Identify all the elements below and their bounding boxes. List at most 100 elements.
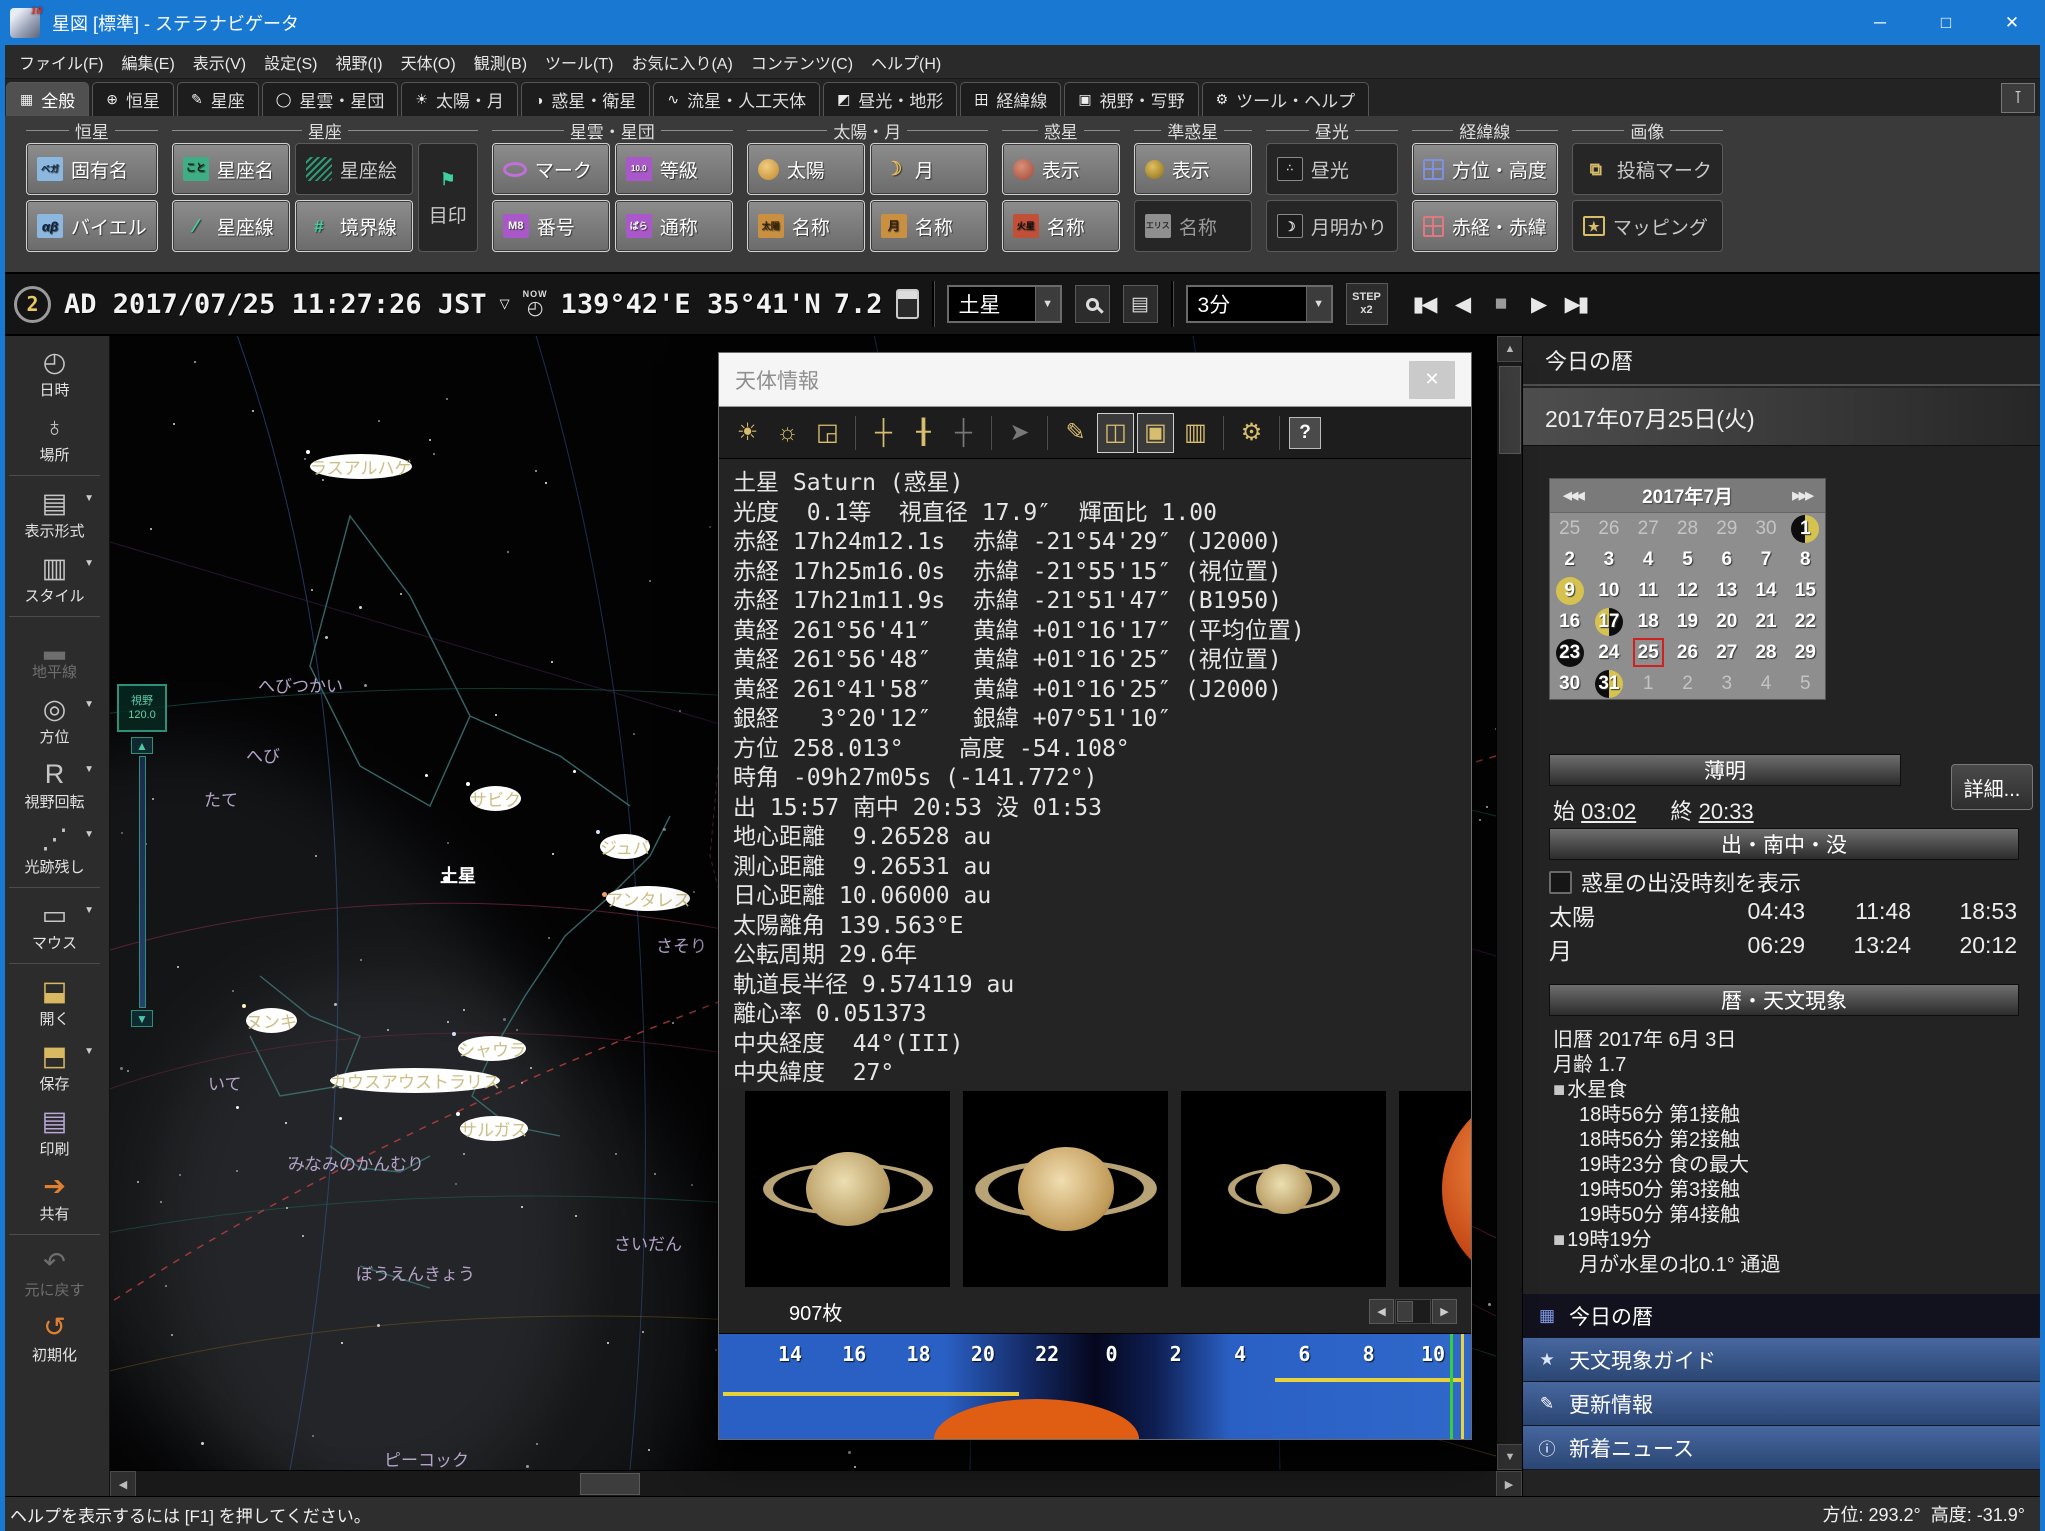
- chart-label[interactable]: ジュバ: [600, 834, 650, 859]
- help-icon[interactable]: ?: [1289, 417, 1321, 449]
- center-off-icon[interactable]: ┼: [945, 413, 982, 453]
- sidebar-item-undo[interactable]: ↶元に戻す: [0, 1240, 109, 1305]
- sidebar-item-save[interactable]: ⬒▼保存: [0, 1034, 109, 1099]
- ribbon-button-const-line[interactable]: ∕星座線: [172, 200, 290, 252]
- twilight-begin[interactable]: 03:02: [1581, 799, 1636, 824]
- calendar-day[interactable]: 30: [1550, 668, 1589, 699]
- menu-item-4[interactable]: 視野(I): [326, 46, 391, 78]
- menu-item-9[interactable]: コンテンツ(C): [742, 46, 862, 78]
- panel-nav-today-calendar[interactable]: ▦今日の暦: [1523, 1294, 2045, 1338]
- calendar-day[interactable]: 7: [1746, 544, 1785, 575]
- saturn-photo-thumbnail-1[interactable]: [745, 1091, 950, 1287]
- calendar-day[interactable]: 2: [1668, 668, 1707, 699]
- target-object-combo[interactable]: 土星 ▼: [947, 285, 1062, 323]
- dropdown-caret-icon[interactable]: ▼: [84, 905, 94, 916]
- tab-sun-moon[interactable]: ☀太陽・月: [401, 82, 518, 116]
- dropdown-caret-icon[interactable]: ▼: [84, 699, 94, 710]
- dropdown-caret-icon[interactable]: ▼: [84, 764, 94, 775]
- calendar-day[interactable]: 13: [1707, 575, 1746, 606]
- ribbon-button-dso-nickname[interactable]: ばら通称: [615, 200, 733, 252]
- ribbon-button-moonlight[interactable]: ☽月明かり: [1266, 200, 1398, 252]
- duplicate-icon[interactable]: ◫: [1097, 413, 1134, 453]
- panel-nav-update-info[interactable]: ✎更新情報: [1523, 1382, 2045, 1426]
- scroll-right-button[interactable]: ▶: [1496, 1471, 1522, 1497]
- saturn-photo-thumbnail-4[interactable]: [1399, 1091, 1471, 1287]
- calendar-day[interactable]: 20: [1707, 606, 1746, 637]
- ribbon-button-azalt-grid[interactable]: 方位・高度: [1412, 143, 1558, 195]
- tab-fov-frame[interactable]: ▣視野・写野: [1064, 82, 1198, 116]
- object-list-button[interactable]: ▤: [1123, 285, 1158, 323]
- ribbon-button-dso-mark[interactable]: マーク: [492, 143, 610, 195]
- ribbon-button-const-art[interactable]: 星座絵: [295, 143, 413, 195]
- photo-scroll-right-button[interactable]: ▶: [1432, 1299, 1457, 1324]
- chart-label[interactable]: へびつかい: [258, 672, 343, 697]
- sun-hide-icon[interactable]: ☼: [769, 413, 806, 453]
- chart-horizontal-scrollbar[interactable]: ◀ ▶: [110, 1470, 1522, 1496]
- skip-forward-button[interactable]: ▶▮: [1561, 287, 1591, 321]
- calendar-day[interactable]: 25: [1550, 513, 1589, 544]
- datetime-dropdown-icon[interactable]: ▽: [500, 296, 510, 312]
- calendar-day[interactable]: 2: [1550, 544, 1589, 575]
- vertical-scroll-thumb[interactable]: [1499, 366, 1521, 454]
- ribbon-button-daylight[interactable]: ∴昼光: [1266, 143, 1398, 195]
- calendar-day[interactable]: 19: [1668, 606, 1707, 637]
- saturn-photo-thumbnail-3[interactable]: [1181, 1091, 1386, 1287]
- dropdown-caret-icon[interactable]: ▼: [84, 829, 94, 840]
- settings-icon[interactable]: ⚙: [1233, 413, 1270, 453]
- tab-meteor[interactable]: ∿流星・人工天体: [653, 82, 820, 116]
- chart-label[interactable]: へび: [246, 742, 280, 767]
- tab-planets[interactable]: ◑惑星・衛星: [521, 82, 650, 116]
- ribbon-button-bayer[interactable]: αβバイエル: [26, 200, 158, 252]
- sidebar-item-light-trail[interactable]: ⋰▼光跡残し: [0, 817, 109, 882]
- image-icon[interactable]: ▣: [1137, 413, 1174, 453]
- sidebar-item-fov-rotation[interactable]: R▼視野回転: [0, 752, 109, 817]
- stop-button[interactable]: ■: [1485, 287, 1515, 321]
- close-button[interactable]: ✕: [1979, 0, 2045, 45]
- calendar-day[interactable]: 10: [1589, 575, 1628, 606]
- panel-nav-astro-guide[interactable]: ★天文現象ガイド: [1523, 1338, 2045, 1382]
- menu-item-1[interactable]: 編集(E): [112, 46, 183, 78]
- edit-icon[interactable]: ✎: [1057, 413, 1094, 453]
- calendar-day[interactable]: 24: [1589, 637, 1628, 668]
- scroll-left-button[interactable]: ◀: [110, 1471, 136, 1497]
- chart-label-saturn[interactable]: 土星: [440, 862, 476, 888]
- calendar-day[interactable]: 17: [1589, 606, 1628, 637]
- calendar-day[interactable]: 5: [1668, 544, 1707, 575]
- calendar-day[interactable]: 28: [1668, 513, 1707, 544]
- fov-slider[interactable]: [139, 756, 146, 1008]
- chart-label[interactable]: ぼうえんきょう: [356, 1260, 475, 1285]
- search-button[interactable]: [1075, 285, 1110, 323]
- twilight-detail-button[interactable]: 詳細...: [1951, 764, 2033, 810]
- maximize-button[interactable]: □: [1913, 0, 1979, 45]
- ribbon-button-const-boundary[interactable]: #境界線: [295, 200, 413, 252]
- calendar-day[interactable]: 29: [1786, 637, 1825, 668]
- menu-item-6[interactable]: 観測(B): [465, 46, 536, 78]
- minimize-button[interactable]: ─: [1847, 0, 1913, 45]
- visibility-timeline[interactable]: 14161820220246810: [719, 1333, 1471, 1439]
- calendar-day[interactable]: 3: [1589, 544, 1628, 575]
- calendar-day[interactable]: 28: [1746, 637, 1785, 668]
- tab-nebula[interactable]: ◯星雲・星団: [262, 82, 399, 116]
- sidebar-item-horizon[interactable]: ▂地平線: [0, 622, 109, 687]
- sidebar-item-style[interactable]: ▥▼スタイル: [0, 546, 109, 611]
- chart-label[interactable]: サルガス: [460, 1116, 528, 1141]
- ribbon-button-dso-magnitude[interactable]: 10.0等級: [615, 143, 733, 195]
- now-button[interactable]: NOW ◴: [523, 290, 548, 318]
- photo-scroll-track[interactable]: [1395, 1299, 1431, 1324]
- chart-label[interactable]: いて: [208, 1070, 242, 1095]
- sun-visibility-icon[interactable]: ☀: [729, 413, 766, 453]
- location-display[interactable]: 139°42'E 35°41'N: [561, 289, 821, 320]
- ribbon-button-mapping[interactable]: ★マッピング: [1572, 200, 1723, 252]
- layout-icon[interactable]: ▥: [1177, 413, 1214, 453]
- dropdown-caret-icon[interactable]: ▼: [84, 493, 94, 504]
- skip-back-button[interactable]: ▮◀: [1409, 287, 1439, 321]
- calendar-day[interactable]: 11: [1629, 575, 1668, 606]
- dialog-title-bar[interactable]: 天体情報 ✕: [719, 353, 1471, 407]
- calendar-day[interactable]: 26: [1668, 637, 1707, 668]
- calendar-prev-button[interactable]: ◀◀◀: [1550, 489, 1596, 502]
- step-back-button[interactable]: ◀: [1447, 287, 1477, 321]
- target-object-value[interactable]: 土星: [949, 287, 1035, 321]
- center-lock-icon[interactable]: ╂: [905, 413, 942, 453]
- sidebar-item-display-format[interactable]: ▤▼表示形式: [0, 481, 109, 546]
- dialog-close-button[interactable]: ✕: [1409, 361, 1455, 399]
